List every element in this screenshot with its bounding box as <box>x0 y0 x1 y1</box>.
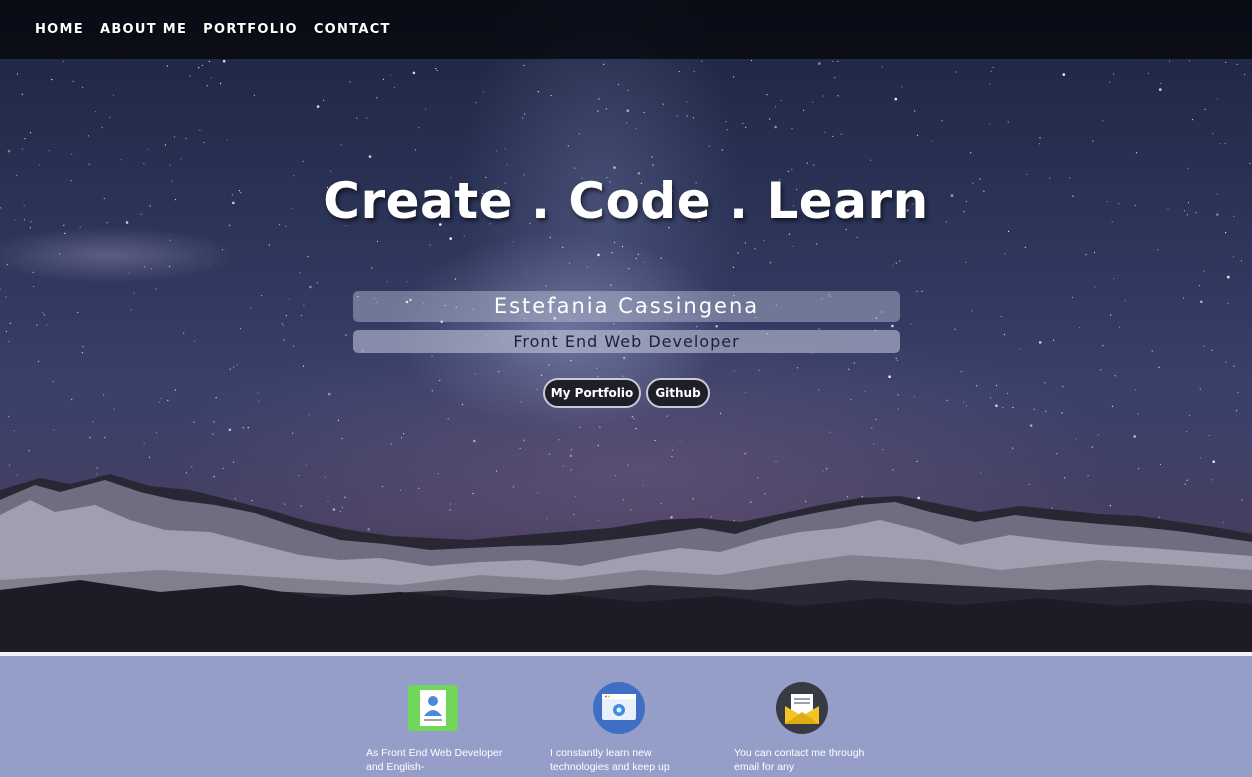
hero-section: HOME ABOUT ME PORTFOLIO CONTACT Create .… <box>0 0 1252 652</box>
nav-link-about-me[interactable]: ABOUT ME <box>100 22 187 37</box>
mountain-range <box>0 474 1252 652</box>
feature-text-learning: I constantly learn new technologies and … <box>550 747 670 773</box>
top-navbar: HOME ABOUT ME PORTFOLIO CONTACT <box>0 0 1252 59</box>
my-portfolio-button[interactable]: My Portfolio <box>543 378 641 408</box>
hero-headline: Create . Code . Learn <box>323 172 929 230</box>
profile-card-icon <box>407 682 459 734</box>
feature-text-developer: As Front End Web Developer and English- <box>366 747 503 773</box>
browser-settings-icon <box>593 682 645 734</box>
github-button[interactable]: Github <box>646 378 710 408</box>
envelope-icon <box>776 682 828 734</box>
nav-link-home[interactable]: HOME <box>35 22 84 37</box>
nav-link-contact[interactable]: CONTACT <box>314 22 391 37</box>
nav-link-portfolio[interactable]: PORTFOLIO <box>203 22 298 37</box>
features-section: As Front End Web Developer and English- … <box>0 656 1252 777</box>
feature-text-contact: You can contact me through email for any <box>734 747 865 773</box>
developer-name: Estefania Cassingena <box>353 291 900 322</box>
developer-role: Front End Web Developer <box>353 330 900 353</box>
